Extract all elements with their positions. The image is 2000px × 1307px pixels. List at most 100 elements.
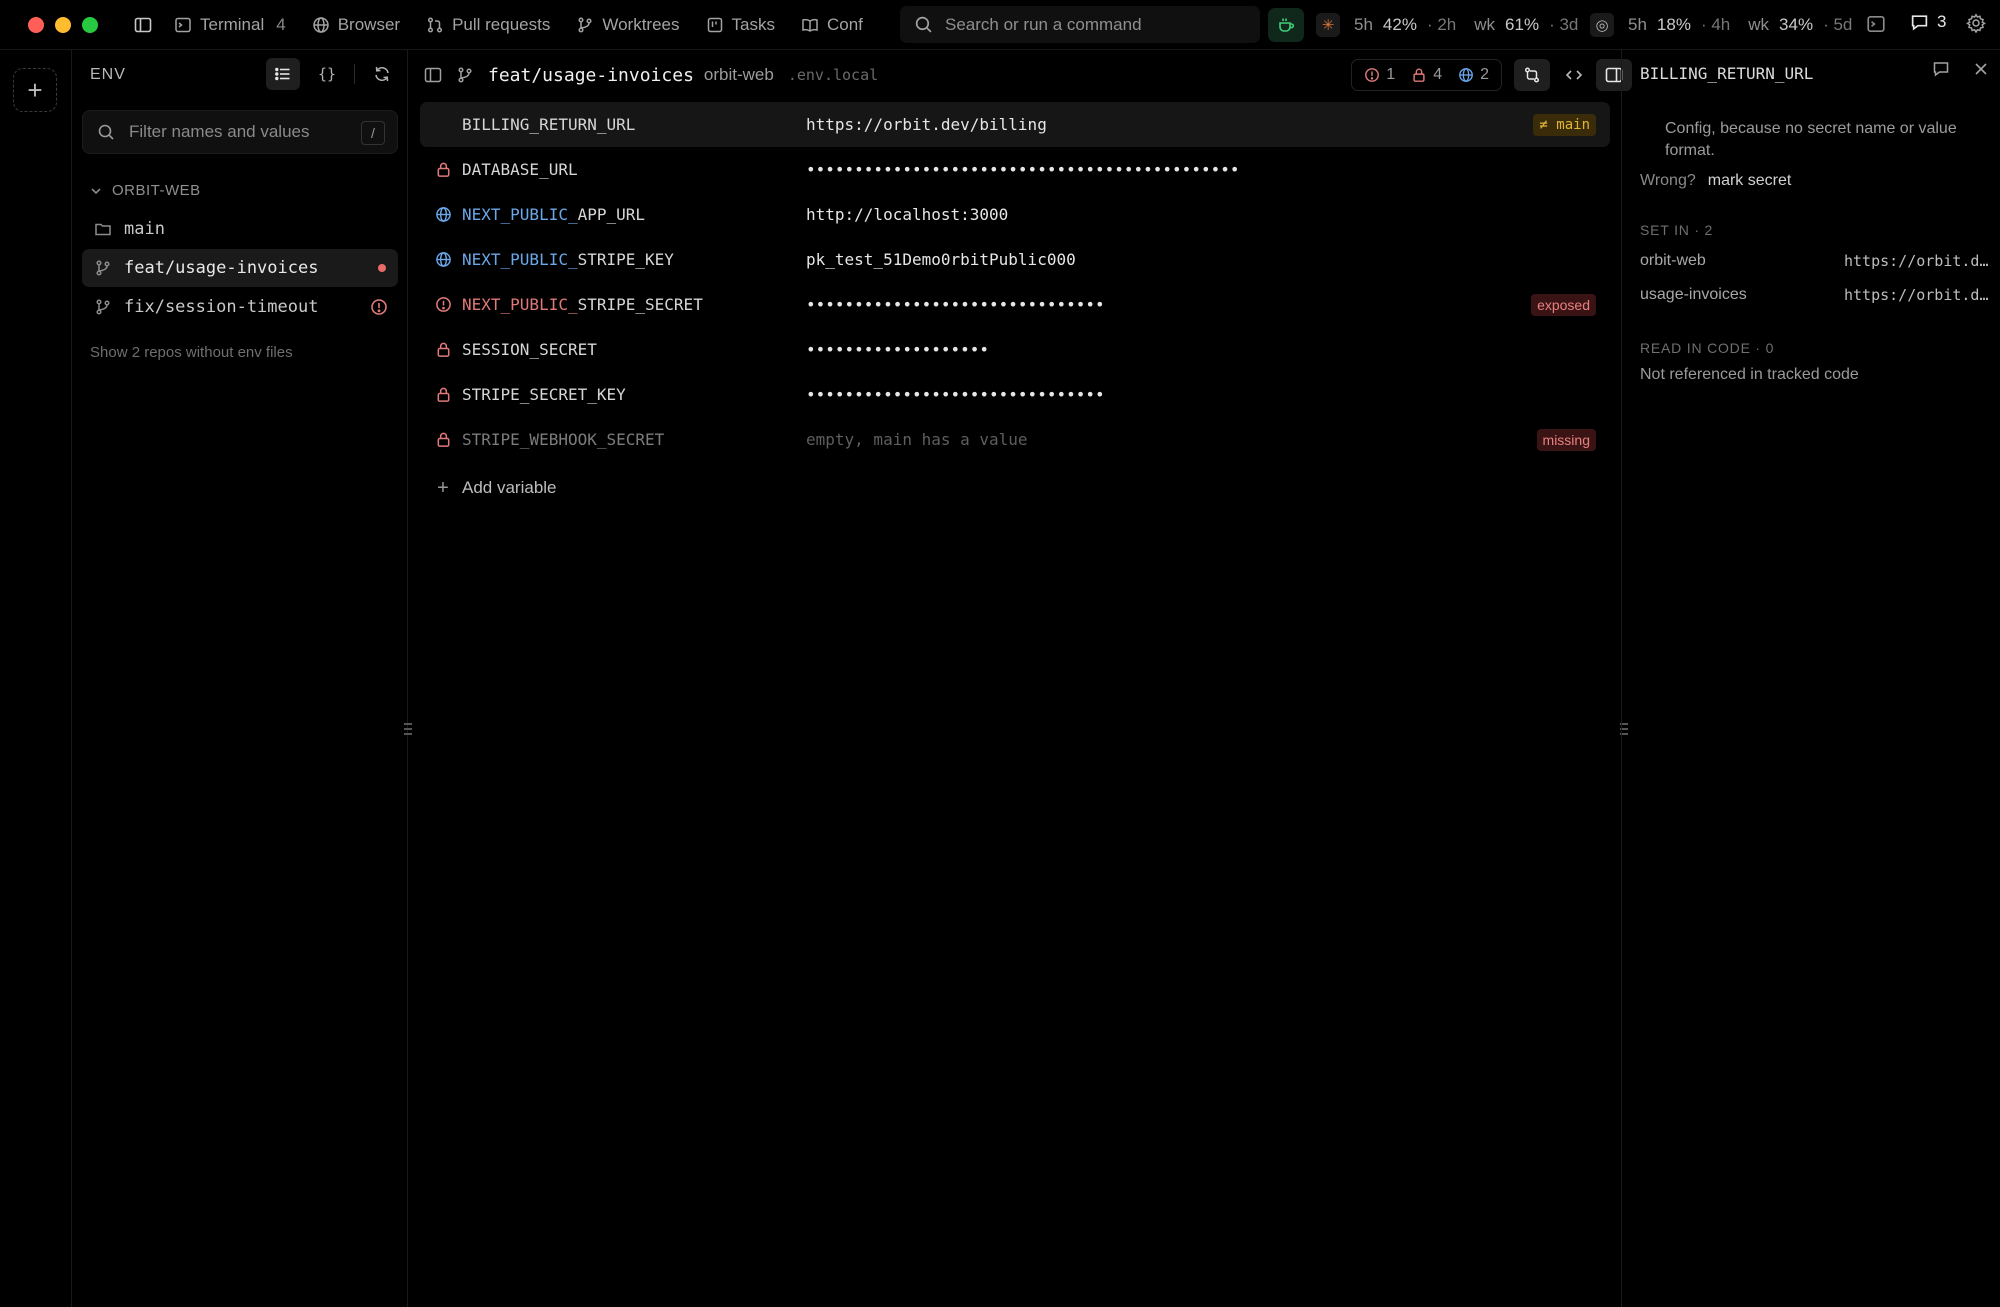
json-view-button[interactable]: {} <box>310 58 344 90</box>
usage-a-5h-left: · 2h <box>1426 15 1457 34</box>
toggle-sidebar-button[interactable] <box>134 16 152 34</box>
variable-value-masked[interactable]: ••••••••••••••••••••••••••••••••••••••••… <box>806 160 1239 179</box>
settings-button[interactable] <box>1966 13 1986 33</box>
variable-row-stripe-webhook-secret[interactable]: STRIPE_WEBHOOK_SECRET empty, main has a … <box>420 417 1610 462</box>
tab-terminal[interactable]: Terminal 4 <box>174 15 286 35</box>
variable-value[interactable]: http://localhost:3000 <box>806 205 1008 224</box>
set-in-row[interactable]: usage-invoices https://orbit.dev/billing <box>1640 286 1990 304</box>
usage-b-wk-pct: 34% <box>1779 15 1814 34</box>
close-icon[interactable] <box>1972 60 1990 78</box>
unsaved-dot-icon <box>378 264 386 272</box>
alert-circle-icon <box>1365 68 1380 82</box>
usage-a-5h-pct: 42% <box>1382 15 1417 34</box>
close-window-button[interactable] <box>28 16 44 33</box>
inspector-panel: BILLING_RETURN_URL Config, because no se… <box>1621 50 2000 1307</box>
comment-icon <box>1911 14 1928 31</box>
search-icon <box>98 124 114 140</box>
sidebar-icon[interactable] <box>424 66 442 84</box>
set-in-row[interactable]: orbit-web https://orbit.dev/billing <box>1640 252 1990 270</box>
usage-meter-b[interactable]: ◎ 5h 18% · 4h wk 34% · 5d <box>1590 0 1852 50</box>
usage-a-5h-label: 5h <box>1354 15 1373 34</box>
minimize-window-button[interactable] <box>55 16 71 33</box>
variable-row-next-public-stripe-secret[interactable]: NEXT_PUBLIC_STRIPE_SECRET ••••••••••••••… <box>420 282 1610 327</box>
branch-icon <box>96 260 110 276</box>
variable-name-text: BILLING_RETURN_URL <box>462 115 636 134</box>
add-variable-button[interactable]: + Add variable <box>420 462 1610 514</box>
breadcrumb: feat/usage-invoices orbit-web .env.local <box>424 50 878 100</box>
caffeinate-button[interactable] <box>1268 8 1304 42</box>
variable-value-masked[interactable]: ••••••••••••••••••••••••••••••• <box>806 385 1105 404</box>
variable-row-next-public-stripe-key[interactable]: NEXT_PUBLIC_STRIPE_KEY pk_test_51Demo0rb… <box>420 237 1610 282</box>
variable-row-session-secret[interactable]: SESSION_SECRET ••••••••••••••••••• <box>420 327 1610 372</box>
usage-b-5h-pct: 18% <box>1656 15 1691 34</box>
set-in-source: orbit-web <box>1640 252 1706 269</box>
variable-value-empty[interactable]: empty, main has a value <box>806 430 1028 449</box>
code-view-button[interactable] <box>1556 59 1592 91</box>
variable-row-database-url[interactable]: DATABASE_URL •••••••••••••••••••••••••••… <box>420 147 1610 192</box>
mark-secret-button[interactable]: mark secret <box>1708 172 1792 190</box>
toolbar-divider <box>354 64 355 84</box>
chevron-down-icon <box>91 187 101 194</box>
variable-name: STRIPE_SECRET_KEY <box>462 385 806 404</box>
lock-icon <box>437 387 449 402</box>
missing-badge: missing <box>1536 429 1596 451</box>
globe-icon <box>435 207 451 222</box>
tab-browser[interactable]: Browser <box>312 15 400 35</box>
variable-row-stripe-secret-key[interactable]: STRIPE_SECRET_KEY ••••••••••••••••••••••… <box>420 372 1610 417</box>
alert-count-value: 1 <box>1386 66 1396 83</box>
comment-icon[interactable] <box>1932 60 1950 78</box>
workspace-rail: + <box>0 50 72 1307</box>
repo-group-name: ORBIT-WEB <box>112 182 201 199</box>
console-button[interactable] <box>1866 14 1886 34</box>
variable-name: NEXT_PUBLIC_STRIPE_SECRET <box>462 295 806 314</box>
usage-a-wk-left: · 3d <box>1549 15 1579 34</box>
set-in-source: usage-invoices <box>1640 286 1747 303</box>
branch-item-main[interactable]: main <box>82 210 398 248</box>
filter-input[interactable]: Filter names and values / <box>82 110 398 154</box>
variable-value-masked[interactable]: ••••••••••••••••••••••••••••••• <box>806 295 1105 314</box>
variable-prefix: NEXT_PUBLIC_ <box>462 295 578 314</box>
tab-conf[interactable]: Conf <box>801 15 863 35</box>
list-view-button[interactable] <box>266 58 300 90</box>
usage-meter-a[interactable]: ✳ 5h 42% · 2h wk 61% · 3d <box>1316 0 1578 50</box>
tab-browser-label: Browser <box>337 14 401 34</box>
set-in-value: https://orbit.dev/billing <box>1844 252 1990 270</box>
compare-branches-button[interactable] <box>1514 59 1550 91</box>
refresh-button[interactable] <box>365 58 399 90</box>
tab-pull-requests-label: Pull requests <box>452 14 551 34</box>
terminal-icon <box>175 17 191 32</box>
variable-row-next-public-app-url[interactable]: NEXT_PUBLIC_APP_URL http://localhost:300… <box>420 192 1610 237</box>
variable-stats[interactable]: 1 4 2 <box>1351 59 1502 91</box>
globe-icon <box>1459 68 1473 82</box>
variable-name-text: DATABASE_URL <box>462 160 578 179</box>
add-workspace-button[interactable]: + <box>13 68 57 112</box>
variable-value-masked[interactable]: ••••••••••••••••••• <box>806 340 989 359</box>
repo-group-header[interactable]: ORBIT-WEB <box>90 182 201 199</box>
usage-a-wk-label: wk <box>1474 15 1496 34</box>
comments-button[interactable]: 3 <box>1910 12 1946 32</box>
variable-value[interactable]: pk_test_51Demo0rbitPublic000 <box>806 250 1076 269</box>
diff-badge: ≠ main <box>1533 114 1596 136</box>
public-count: 2 <box>1458 66 1489 84</box>
show-hidden-repos-link[interactable]: Show 2 repos without env files <box>90 344 293 361</box>
variable-value[interactable]: https://orbit.dev/billing <box>806 115 1047 134</box>
tab-worktrees[interactable]: Worktrees <box>576 15 680 35</box>
variable-row-billing-return-url[interactable]: BILLING_RETURN_URL https://orbit.dev/bil… <box>420 102 1610 147</box>
current-branch: feat/usage-invoices <box>488 64 694 86</box>
tab-pull-requests[interactable]: Pull requests <box>426 15 550 35</box>
folder-icon <box>95 223 111 236</box>
branch-item-feat-usage-invoices[interactable]: feat/usage-invoices <box>82 249 398 287</box>
maximize-window-button[interactable] <box>82 16 98 33</box>
set-in-heading: SET IN · 2 <box>1640 222 1714 238</box>
tab-tasks[interactable]: Tasks <box>706 15 775 35</box>
command-search[interactable]: Search or run a command <box>900 6 1260 43</box>
sparkle-icon: ✳ <box>1316 13 1340 37</box>
inspector-toolbar <box>1932 60 1990 78</box>
branch-item-fix-session-timeout[interactable]: fix/session-timeout <box>82 288 398 326</box>
plus-icon: + <box>437 476 449 499</box>
filter-placeholder: Filter names and values <box>129 122 310 141</box>
usage-a-wk-pct: 61% <box>1505 15 1540 34</box>
branch-icon <box>578 16 592 33</box>
inspector-title: BILLING_RETURN_URL <box>1640 64 1814 83</box>
globe-icon <box>435 252 451 267</box>
